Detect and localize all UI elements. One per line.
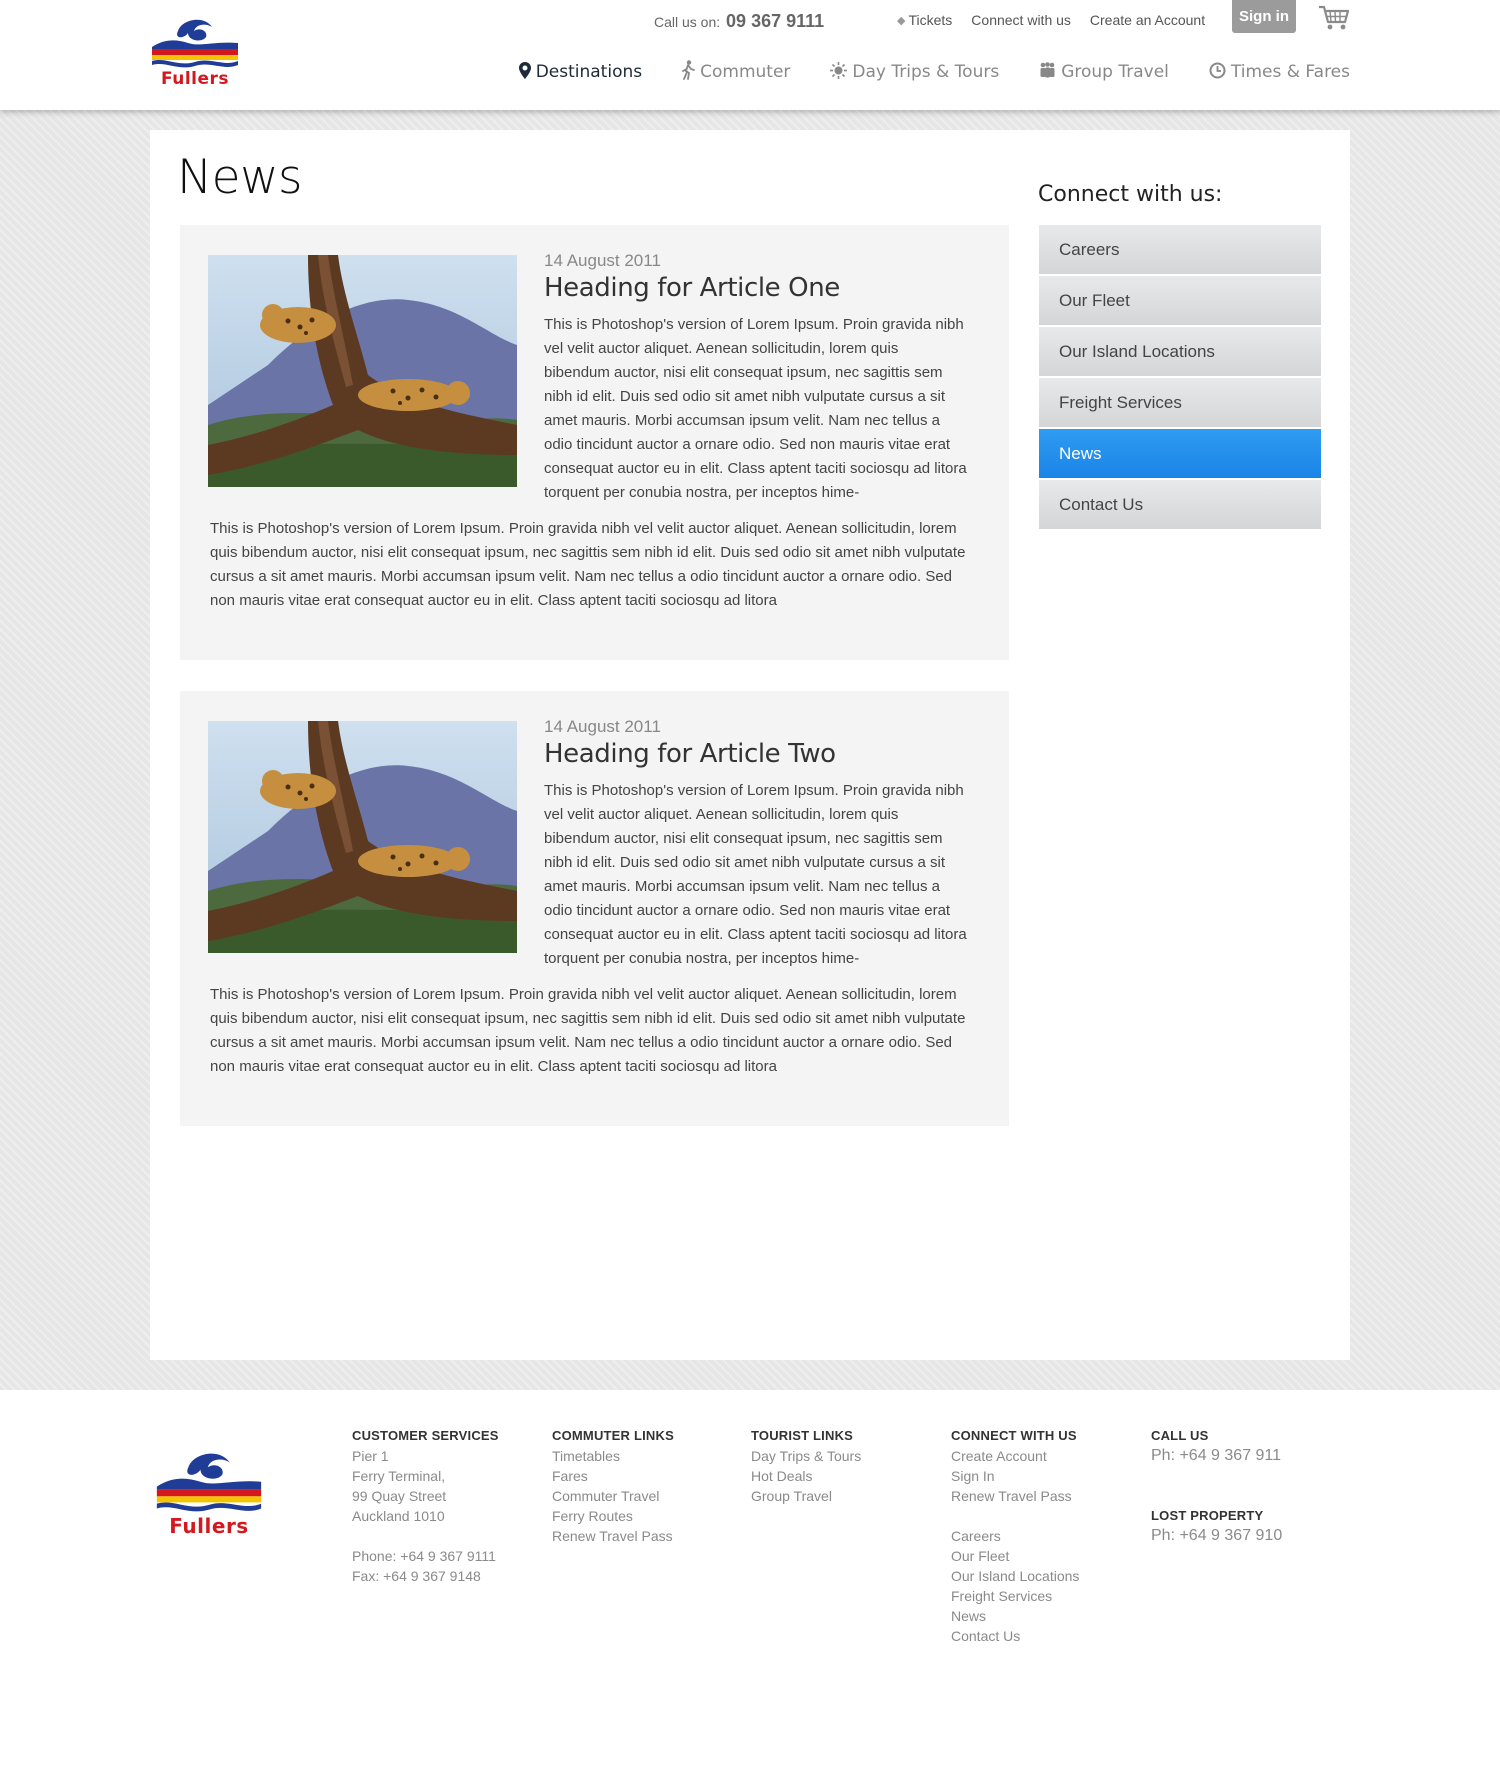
footer-call-us: CALL US Ph: +64 9 367 911 LOST PROPERTY … (1151, 1426, 1282, 1546)
fax-number: Fax: +64 9 367 9148 (352, 1568, 481, 1584)
nav-destinations[interactable]: Destinations (518, 61, 643, 83)
footer-heading: CUSTOMER SERVICES (352, 1428, 499, 1443)
footer-link[interactable]: News (951, 1606, 1079, 1626)
footer-link[interactable]: Timetables (552, 1446, 674, 1466)
sidebar-item-careers[interactable]: Careers (1039, 225, 1321, 274)
call-us-phone[interactable]: Ph: +64 9 367 911 (1151, 1446, 1282, 1466)
tickets-link[interactable]: ◆ Tickets (897, 12, 952, 28)
footer-link[interactable]: Commuter Travel (552, 1486, 674, 1506)
create-account-link[interactable]: Create an Account (1090, 12, 1205, 28)
footer-link[interactable]: Fares (552, 1466, 674, 1486)
site-footer: Fullers CUSTOMER SERVICES Pier 1 Ferry T… (0, 1390, 1500, 1784)
sidebar-item-news[interactable]: News (1039, 429, 1321, 478)
article-date: 14 August 2011 (544, 251, 661, 270)
footer-heading: TOURIST LINKS (751, 1428, 854, 1443)
nav-times-fares[interactable]: Times & Fares (1209, 62, 1350, 83)
main-navigation: Destinations Commuter Day Trips & Tours … (479, 60, 1350, 84)
footer-link[interactable]: Careers (951, 1526, 1079, 1546)
article-heading[interactable]: Heading for Article One (544, 273, 840, 303)
footer-link[interactable]: Create Account (951, 1446, 1079, 1466)
address-line: Auckland 1010 (352, 1508, 445, 1524)
footer-logo[interactable]: Fullers (152, 1450, 266, 1540)
sidebar-menu: Careers Our Fleet Our Island Locations F… (1039, 225, 1321, 531)
fullers-logo[interactable]: Fullers (148, 17, 242, 91)
footer-link[interactable]: Contact Us (951, 1626, 1079, 1646)
footer-link[interactable]: Freight Services (951, 1586, 1079, 1606)
nav-commuter-label: Commuter (700, 62, 791, 82)
footer-heading: CONNECT WITH US (951, 1428, 1077, 1443)
site-header: Fullers Call us on: 09 367 9111 ◆ Ticket… (0, 0, 1500, 110)
tag-icon: ◆ (897, 14, 906, 27)
sidebar-item-our-fleet[interactable]: Our Fleet (1039, 276, 1321, 325)
article-image[interactable] (208, 255, 517, 487)
map-pin-icon (518, 61, 531, 83)
cart-icon[interactable] (1318, 4, 1350, 32)
nav-group-travel[interactable]: Group Travel (1039, 62, 1169, 82)
nav-day-trips-tours[interactable]: Day Trips & Tours (830, 61, 1000, 83)
footer-link[interactable]: Renew Travel Pass (951, 1486, 1079, 1506)
nav-times-fares-label: Times & Fares (1230, 62, 1350, 82)
footer-heading: LOST PROPERTY (1151, 1508, 1264, 1523)
group-icon (1039, 62, 1056, 82)
lost-property-phone[interactable]: Ph: +64 9 367 910 (1151, 1526, 1282, 1546)
article-body-text: This is Photoshop's version of Lorem Ips… (210, 986, 966, 1075)
footer-link[interactable]: Our Fleet (951, 1546, 1079, 1566)
article-heading[interactable]: Heading for Article Two (544, 739, 836, 769)
nav-day-trips-label: Day Trips & Tours (852, 62, 1000, 82)
call-us-info: Call us on: 09 367 9111 (654, 11, 824, 32)
footer-link[interactable]: Hot Deals (751, 1466, 861, 1486)
article-image[interactable] (208, 721, 517, 953)
wave-logo-icon (152, 19, 238, 68)
logo-wordmark: Fullers (169, 1514, 249, 1538)
footer-heading: COMMUTER LINKS (552, 1428, 674, 1443)
content-panel: News 14 August 2011 Heading for Article … (150, 130, 1350, 1360)
footer-link[interactable]: Group Travel (751, 1486, 861, 1506)
sidebar-item-contact-us[interactable]: Contact Us (1039, 480, 1321, 529)
page-title: News (177, 150, 303, 205)
article-date: 14 August 2011 (544, 717, 661, 736)
sign-in-button[interactable]: Sign in (1232, 0, 1296, 33)
footer-customer-services: CUSTOMER SERVICES Pier 1 Ferry Terminal,… (352, 1426, 499, 1586)
footer-commuter-links: COMMUTER LINKS Timetables Fares Commuter… (552, 1426, 674, 1546)
connect-with-us-link[interactable]: Connect with us (971, 12, 1071, 28)
footer-link[interactable]: Renew Travel Pass (552, 1526, 674, 1546)
news-article: 14 August 2011 Heading for Article Two T… (180, 691, 1009, 1126)
utility-links: ◆ Tickets Connect with us Create an Acco… (897, 12, 1224, 28)
footer-tourist-links: TOURIST LINKS Day Trips & Tours Hot Deal… (751, 1426, 861, 1506)
address-line: Pier 1 (352, 1448, 389, 1464)
phone-number[interactable]: Phone: +64 9 367 9111 (352, 1546, 499, 1566)
sidebar-title: Connect with us: (1038, 182, 1223, 207)
nav-commuter[interactable]: Commuter (682, 60, 790, 84)
sidebar-item-freight-services[interactable]: Freight Services (1039, 378, 1321, 427)
call-us-label: Call us on: (654, 14, 721, 30)
footer-link[interactable]: Our Island Locations (951, 1566, 1079, 1586)
article-body-text: This is Photoshop's version of Lorem Ips… (210, 520, 966, 609)
article-intro-text: This is Photoshop's version of Lorem Ips… (544, 782, 967, 967)
wave-logo-icon (156, 1453, 262, 1512)
call-us-number[interactable]: 09 367 9111 (726, 11, 824, 31)
address-line: Ferry Terminal, (352, 1468, 446, 1484)
walking-person-icon (682, 60, 696, 84)
news-article: 14 August 2011 Heading for Article One T… (180, 225, 1009, 660)
footer-heading: CALL US (1151, 1428, 1209, 1443)
nav-destinations-label: Destinations (535, 62, 643, 82)
sun-icon (830, 61, 848, 83)
article-intro-text: This is Photoshop's version of Lorem Ips… (544, 316, 967, 501)
nav-group-travel-label: Group Travel (1061, 62, 1169, 82)
logo-wordmark: Fullers (160, 69, 230, 89)
address-line: 99 Quay Street (352, 1488, 447, 1504)
sidebar-item-island-locations[interactable]: Our Island Locations (1039, 327, 1321, 376)
footer-link[interactable]: Sign In (951, 1466, 1079, 1486)
clock-icon (1209, 62, 1226, 83)
footer-connect-links: CONNECT WITH US Create Account Sign In R… (951, 1426, 1079, 1646)
footer-link[interactable]: Day Trips & Tours (751, 1446, 861, 1466)
tickets-link-label: Tickets (908, 12, 953, 28)
footer-link[interactable]: Ferry Routes (552, 1506, 674, 1526)
